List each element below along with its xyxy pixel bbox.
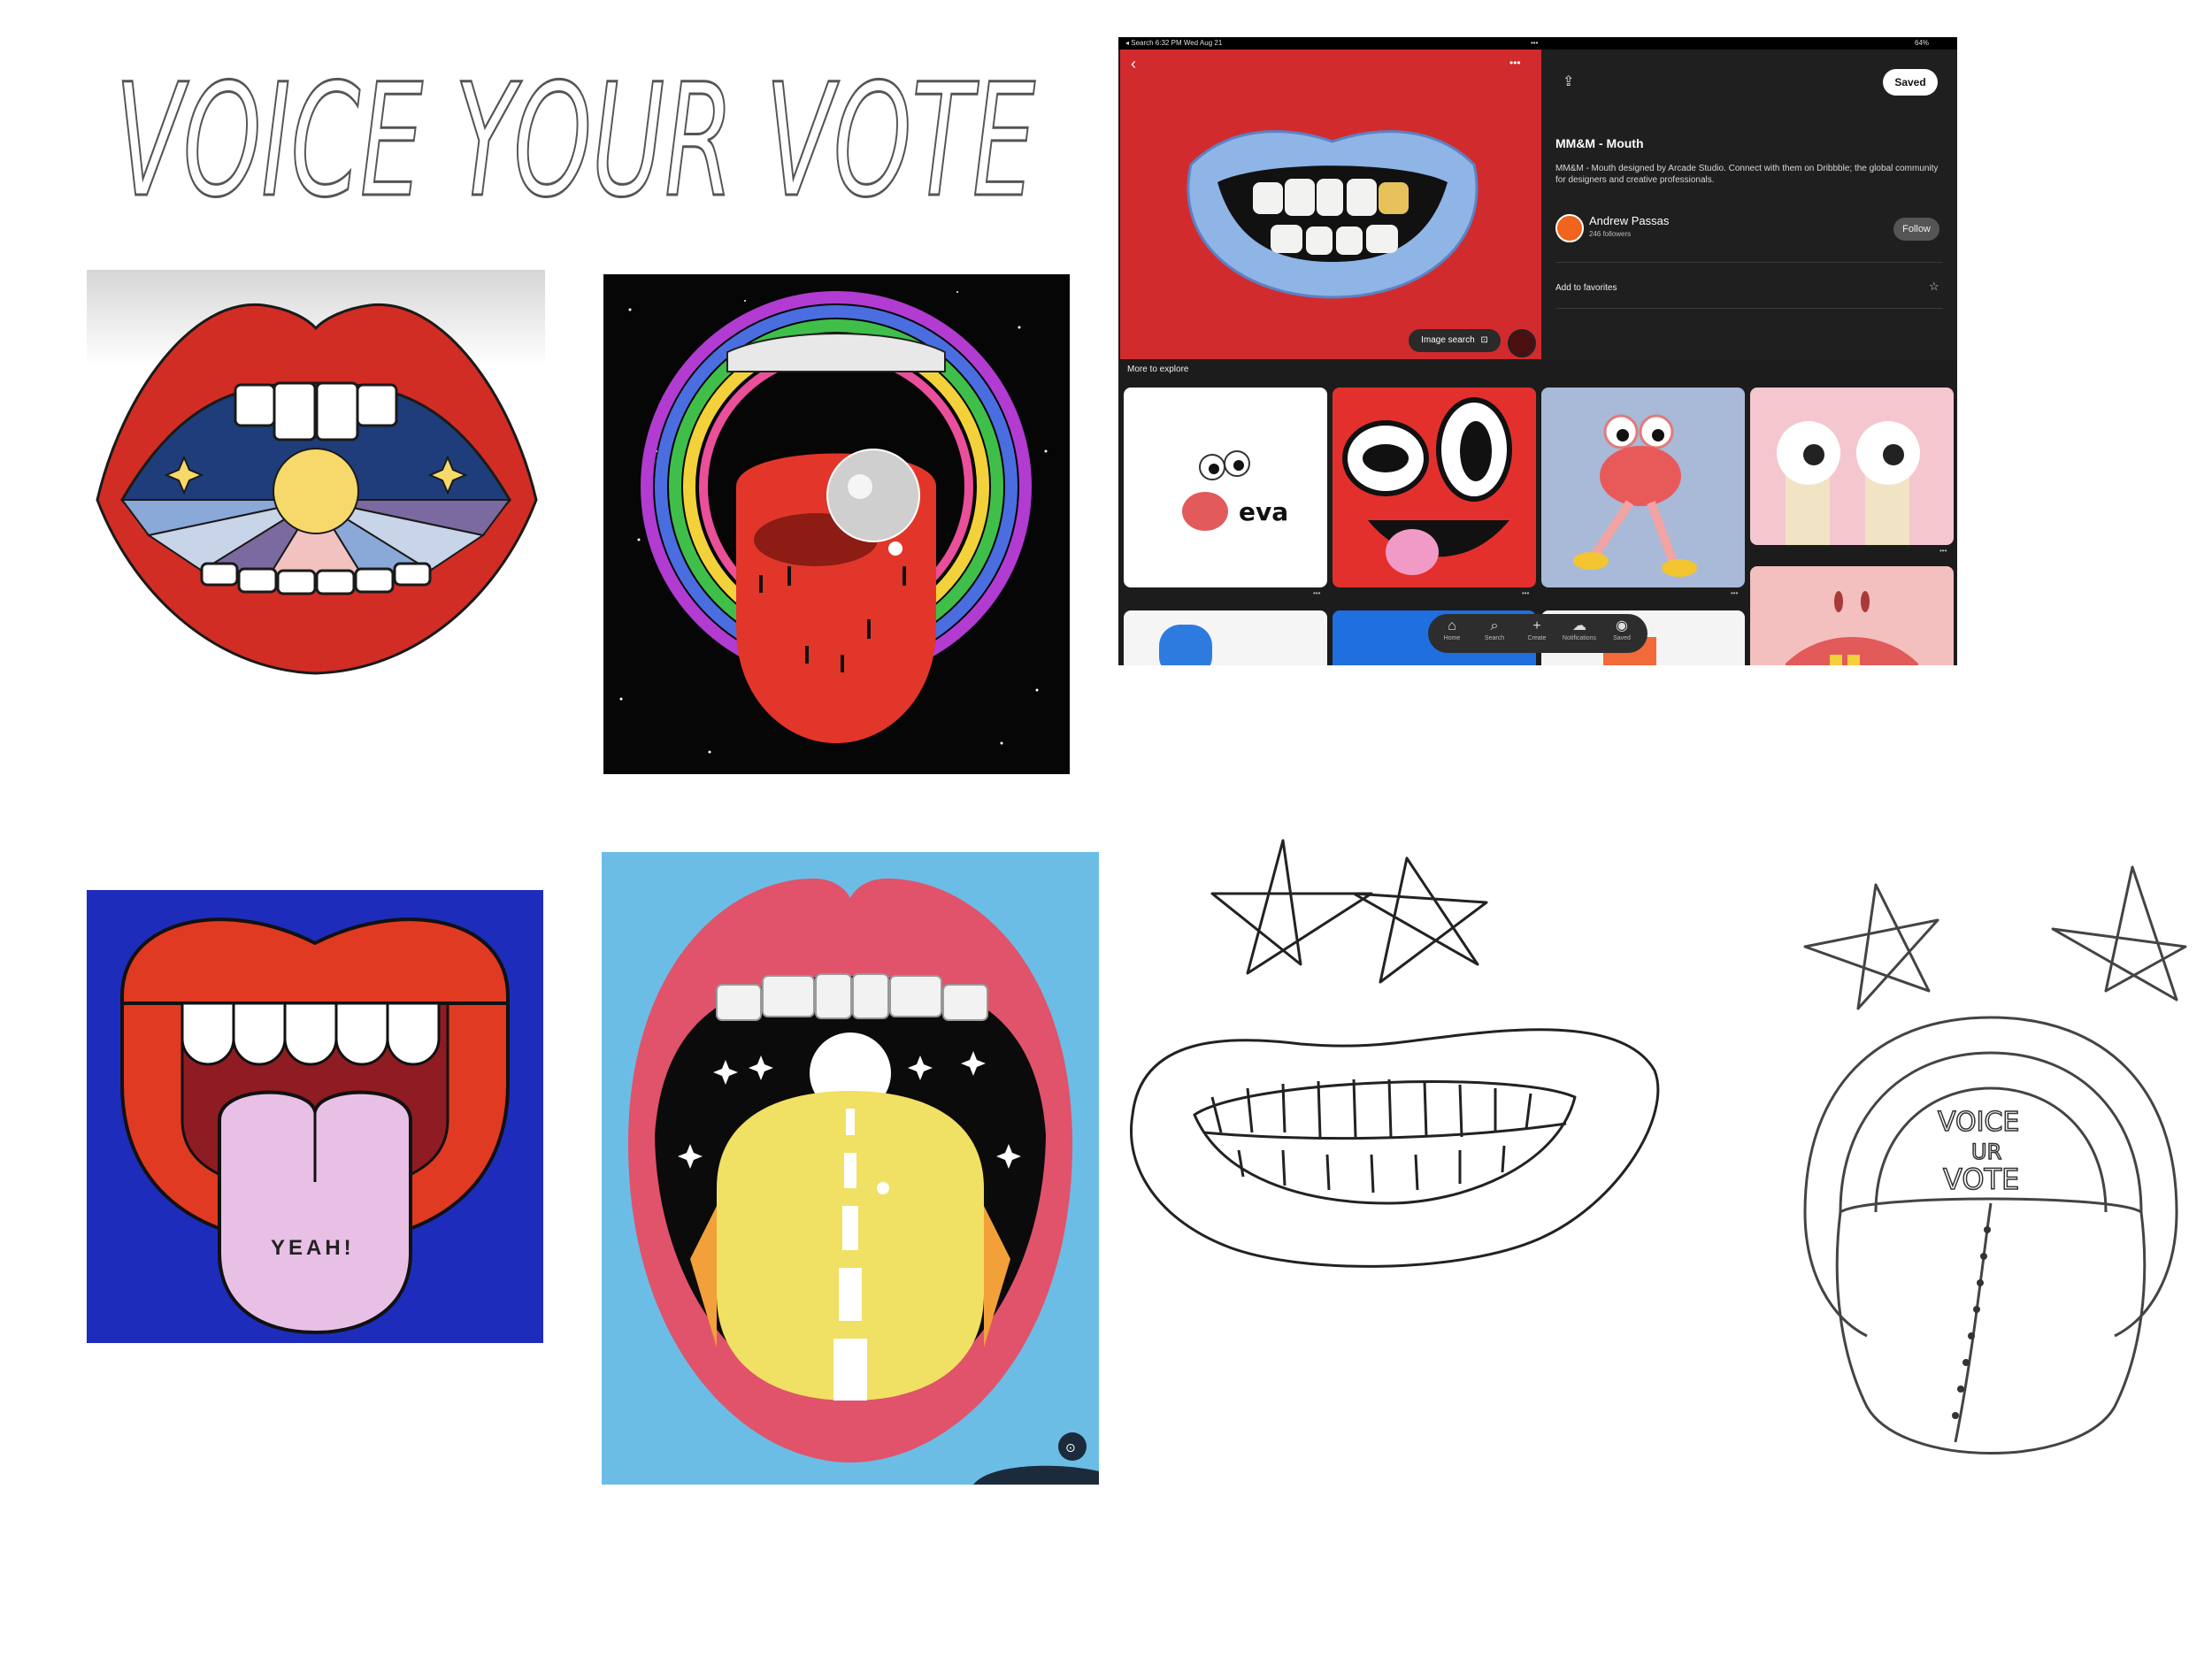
explore-thumbnail[interactable] (1541, 388, 1745, 587)
share-icon[interactable]: ⇪ (1563, 73, 1574, 90)
thumb-more-icon[interactable]: ••• (1313, 589, 1320, 597)
sketch-voice-text: VOICE (1938, 1107, 2019, 1138)
thumb-more-icon[interactable]: ••• (1939, 547, 1947, 555)
image-search-button[interactable]: Image search ⊡ (1409, 329, 1501, 352)
headline-text: VOICE YOUR VOTE (115, 50, 1035, 230)
nav-notifications-label: Notifications (1562, 635, 1597, 641)
camera-scan-icon: ⊙ (1065, 1441, 1076, 1455)
saved-button[interactable]: Saved (1883, 69, 1938, 96)
nav-saved-label: Saved (1613, 635, 1631, 641)
image-search-label: Image search (1421, 335, 1475, 345)
sketch-vote-text: VOTE (1943, 1163, 2019, 1196)
nav-search[interactable]: ⌕ Search (1474, 618, 1515, 641)
pinterest-screenshot: ◂ Search 6:32 PM Wed Aug 21 ••• 64% ‹ ••… (1118, 37, 1957, 665)
yeah-tongue-illustration (87, 890, 543, 1343)
thumb-more-icon[interactable]: ••• (1731, 589, 1738, 597)
author-name[interactable]: Andrew Passas (1589, 214, 1669, 227)
explore-thumbnail[interactable]: eva (1124, 388, 1327, 587)
status-left: ◂ Search 6:32 PM Wed Aug 21 (1125, 39, 1223, 47)
voice-your-vote-handwritten-headline: VOICE YOUR VOTE (114, 50, 1037, 231)
search-icon: ⌕ (1490, 618, 1499, 633)
plus-icon: + (1532, 618, 1541, 633)
sketch-grinning-mouth (1130, 839, 1660, 1268)
nav-create[interactable]: + Create (1517, 618, 1557, 641)
more-dots-status: ••• (1531, 39, 1539, 47)
status-bar: ◂ Search 6:32 PM Wed Aug 21 ••• 64% (1118, 37, 1957, 50)
profile-icon: ◉ (1616, 618, 1628, 633)
divider (1555, 308, 1943, 309)
more-to-explore-heading: More to explore (1127, 365, 1189, 374)
explore-thumbnail[interactable] (1750, 388, 1954, 545)
explore-thumbnail[interactable] (1333, 388, 1536, 587)
nav-home[interactable]: ⌂ Home (1432, 618, 1472, 641)
divider (1555, 262, 1943, 263)
explore-thumbnail[interactable] (1750, 566, 1954, 665)
nav-search-label: Search (1484, 635, 1505, 641)
pin-description: MM&M - Mouth designed by Arcade Studio. … (1555, 164, 1939, 185)
lips-sunrise-illustration (87, 270, 545, 675)
pin-details-panel: ⇪ Saved MM&M - Mouth MM&M - Mouth design… (1541, 50, 1957, 359)
lens-icon: ⊡ (1480, 335, 1488, 345)
eva-text: eva (1239, 497, 1288, 526)
follow-button[interactable]: Follow (1893, 218, 1939, 241)
road-tongue-mouth-illustration: ⊙ (602, 852, 1099, 1485)
home-icon: ⌂ (1448, 618, 1456, 633)
avatar[interactable] (1555, 214, 1584, 242)
thumb-more-icon[interactable]: ••• (1522, 589, 1529, 597)
star-icon[interactable]: ☆ (1929, 280, 1939, 294)
rainbow-tongue-space-illustration (603, 274, 1070, 774)
add-to-favorites[interactable]: Add to favorites (1555, 283, 1617, 293)
follower-count: 246 followers (1589, 230, 1632, 238)
nav-notifications[interactable]: ☁ Notifications (1559, 618, 1600, 641)
yeah-text: YEAH! (271, 1236, 355, 1260)
sketch-vote-tongue: VOICE UR VOTE (1803, 865, 2187, 1455)
bottom-navigation: ⌂ Home ⌕ Search + Create ☁ Notifications ◉ Sa… (1428, 614, 1647, 653)
nav-saved[interactable]: ◉ Saved (1601, 618, 1642, 641)
nav-create-label: Create (1527, 635, 1547, 641)
explore-thumbnail[interactable] (1124, 610, 1327, 665)
battery-level: 64% (1915, 39, 1930, 47)
sketch-ur-text: UR (1971, 1140, 2001, 1164)
color-swatch[interactable] (1508, 329, 1536, 357)
nav-home-label: Home (1443, 635, 1461, 641)
chat-bubble-icon: ☁ (1572, 618, 1586, 633)
pin-hero-image[interactable]: ‹ ••• Image search ⊡ (1120, 50, 1541, 359)
pin-title: MM&M - Mouth (1555, 136, 1644, 150)
